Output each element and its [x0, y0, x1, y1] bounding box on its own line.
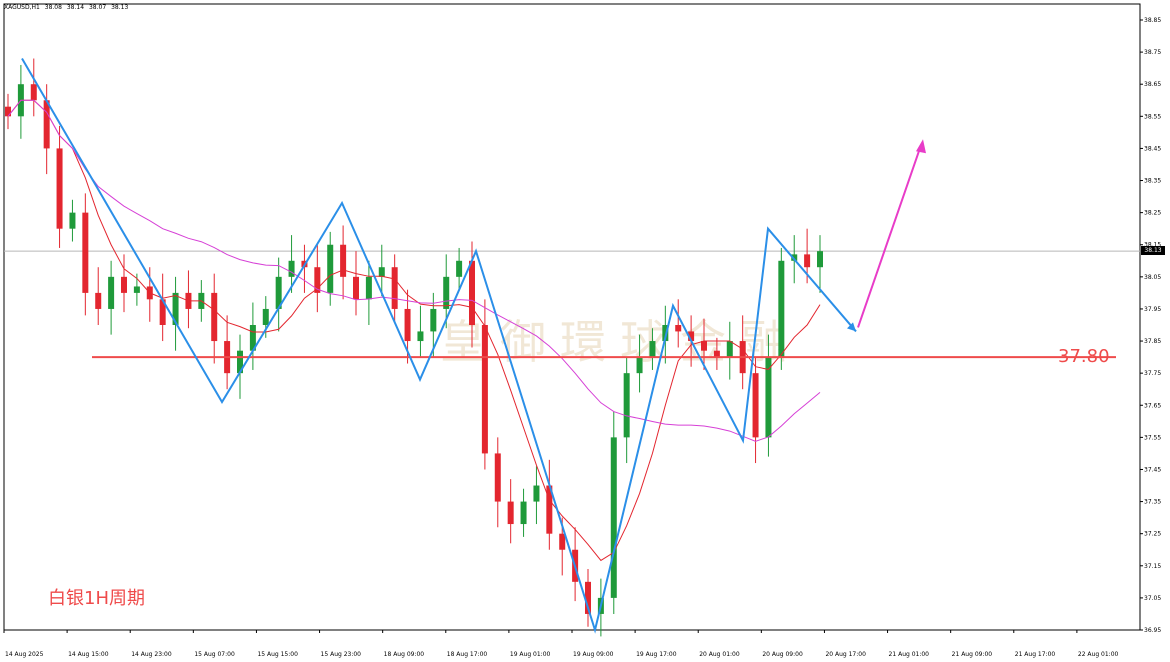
- time-tick-label: 21 Aug 17:00: [1015, 651, 1056, 658]
- bear-candle: [559, 533, 566, 550]
- bull-candle: [430, 308, 437, 332]
- bear-candle: [701, 341, 707, 351]
- bear-candle: [56, 148, 63, 229]
- bull-candle: [623, 373, 630, 438]
- price-tick-label: 38.75: [1144, 49, 1161, 56]
- bull-candle: [288, 260, 295, 277]
- bear-candle: [353, 276, 359, 300]
- forecast-arrowhead: [916, 139, 926, 154]
- time-tick-label: 18 Aug 09:00: [384, 651, 425, 658]
- time-tick-label: 21 Aug 09:00: [952, 651, 993, 658]
- bear-candle: [95, 292, 102, 309]
- bear-candle: [340, 244, 347, 277]
- time-tick-label: 22 Aug 01:00: [1078, 651, 1119, 658]
- candles: [5, 58, 823, 637]
- bull-candle: [533, 485, 540, 502]
- bear-candle: [404, 308, 411, 342]
- bull-candle: [520, 501, 527, 525]
- price-tick-label: 37.95: [1144, 306, 1161, 313]
- bear-candle: [211, 292, 218, 342]
- bull-candle: [443, 276, 450, 309]
- bull-candle: [649, 341, 656, 358]
- bear-candle: [82, 212, 89, 293]
- price-tick-label: 37.85: [1144, 338, 1161, 345]
- bear-candle: [804, 254, 811, 268]
- ma-slow-line: [7, 99, 821, 442]
- time-tick-label: 19 Aug 09:00: [573, 651, 614, 658]
- support-level-label: 37.80: [1058, 346, 1110, 367]
- price-tick-label: 37.15: [1144, 563, 1161, 570]
- price-tick-label: 36.95: [1144, 627, 1161, 634]
- time-tick-label: 19 Aug 01:00: [510, 651, 551, 658]
- price-tick-label: 38.05: [1144, 274, 1161, 281]
- bull-candle: [417, 331, 424, 342]
- price-tick-label: 38.85: [1144, 17, 1161, 24]
- bull-candle: [262, 308, 269, 325]
- time-tick-label: 20 Aug 01:00: [699, 651, 740, 658]
- time-tick-label: 19 Aug 17:00: [636, 651, 677, 658]
- price-tick-label: 38.25: [1144, 210, 1161, 217]
- bear-candle: [5, 106, 11, 117]
- bull-candle: [69, 212, 76, 229]
- chart-caption: 白银1H周期: [48, 588, 145, 609]
- price-tick-label: 37.35: [1144, 499, 1161, 506]
- bull-candle: [133, 286, 140, 293]
- time-tick-label: 18 Aug 17:00: [447, 651, 488, 658]
- bear-candle: [507, 501, 514, 525]
- time-tick-label: 20 Aug 17:00: [825, 651, 866, 658]
- price-tick-label: 38.35: [1144, 178, 1161, 185]
- current-price-label: 38.13: [1141, 246, 1165, 255]
- price-chart[interactable]: 38.8538.7538.6538.5538.4538.3538.2538.15…: [0, 0, 1170, 662]
- bull-candle: [378, 267, 385, 277]
- price-tick-label: 38.65: [1144, 81, 1161, 88]
- bear-candle: [469, 260, 475, 325]
- price-tick-label: 37.05: [1144, 595, 1161, 602]
- price-tick-label: 37.25: [1144, 531, 1161, 538]
- bull-candle: [456, 260, 463, 277]
- price-tick-label: 37.55: [1144, 434, 1161, 441]
- bear-candle: [752, 373, 759, 438]
- bear-candle: [494, 453, 501, 502]
- bull-candle: [636, 357, 643, 374]
- bull-candle: [327, 244, 334, 293]
- bull-candle: [365, 276, 372, 300]
- time-tick-label: 15 Aug 15:00: [257, 651, 298, 658]
- price-tick-label: 38.55: [1144, 113, 1161, 120]
- bull-candle: [778, 260, 785, 358]
- price-tick-label: 37.45: [1144, 466, 1161, 473]
- price-tick-label: 38.45: [1144, 145, 1161, 152]
- bull-candle: [108, 276, 115, 309]
- time-tick-label: 21 Aug 01:00: [889, 651, 930, 658]
- forecast-arrow-line: [857, 144, 922, 328]
- bull-candle: [726, 341, 733, 358]
- time-tick-label: 14 Aug 15:00: [68, 651, 109, 658]
- bear-candle: [30, 84, 37, 101]
- price-tick-label: 37.65: [1144, 402, 1161, 409]
- price-tick-label: 37.75: [1144, 370, 1161, 377]
- time-tick-label: 20 Aug 09:00: [762, 651, 803, 658]
- time-tick-label: 14 Aug 2025: [5, 651, 44, 658]
- time-tick-label: 14 Aug 23:00: [131, 651, 172, 658]
- bear-candle: [481, 325, 488, 454]
- bear-candle: [43, 100, 50, 149]
- bear-candle: [121, 276, 127, 293]
- time-tick-label: 15 Aug 07:00: [194, 651, 235, 658]
- bear-candle: [675, 325, 682, 332]
- bull-candle: [817, 251, 823, 268]
- ma-fast-line: [7, 99, 821, 562]
- bear-candle: [391, 267, 398, 309]
- time-tick-label: 15 Aug 23:00: [321, 651, 362, 658]
- bull-candle: [610, 437, 617, 598]
